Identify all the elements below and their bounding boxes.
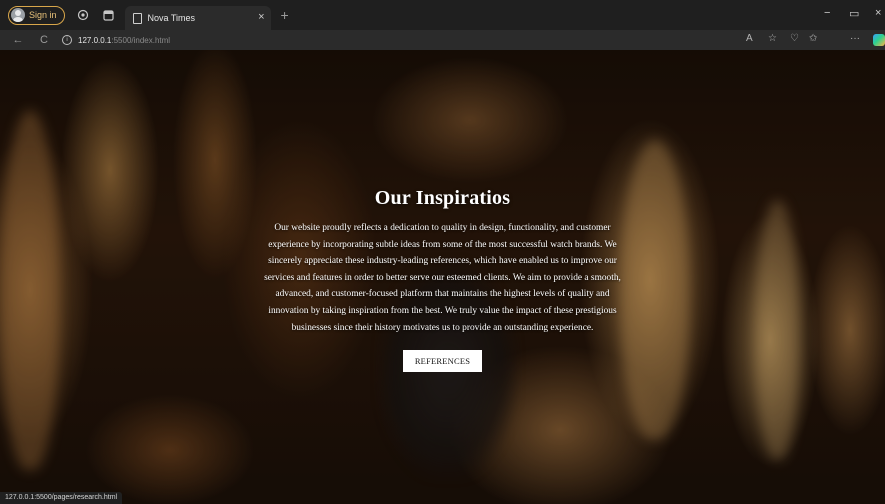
references-button[interactable]: REFERENCES [402, 350, 483, 373]
copilot-icon[interactable] [873, 34, 885, 46]
inspirations-section: Our Inspiratios Our website proudly refl… [0, 187, 885, 373]
back-icon[interactable]: ← [10, 34, 26, 46]
inspirations-description: Our website proudly reflects a dedicatio… [264, 223, 621, 333]
tab-actions-icon[interactable] [101, 7, 117, 23]
url-path: :5500/index.html [111, 35, 171, 45]
favorite-icon[interactable]: ☆ [768, 33, 777, 44]
tab-nova-times[interactable]: Nova Times × [124, 6, 271, 30]
restore-icon[interactable]: ▭ [849, 7, 859, 20]
extensions-icon[interactable]: ♡ [790, 33, 799, 44]
url-input[interactable]: i 127.0.0.1:5500/index.html [62, 32, 702, 48]
favorites-bar-icon[interactable]: ✩ [809, 33, 817, 44]
sign-in-button[interactable]: Sign in [8, 5, 65, 25]
page-viewport: Our Inspiratios Our website proudly refl… [0, 50, 885, 504]
minimize-icon[interactable]: − [824, 7, 830, 19]
site-info-icon[interactable]: i [62, 35, 72, 45]
tab-close-icon[interactable]: × [258, 11, 264, 23]
new-tab-button[interactable]: + [281, 7, 289, 23]
more-icon[interactable]: ··· [850, 33, 860, 44]
url-host: 127.0.0.1 [78, 35, 112, 45]
tab-title: Nova Times [147, 13, 196, 23]
read-aloud-icon[interactable]: A [746, 33, 753, 44]
page-title: Our Inspiratios [374, 187, 511, 209]
reload-icon[interactable]: C [36, 34, 52, 46]
workspaces-icon[interactable] [75, 7, 91, 23]
window-close-icon[interactable]: × [875, 7, 881, 19]
sign-in-label: Sign in [29, 10, 57, 20]
avatar-icon [11, 8, 25, 22]
browser-tab-bar: Sign in Nova Times × + − ▭ × [0, 0, 885, 30]
document-icon [132, 12, 142, 24]
status-bar-url: 127.0.0.1:5500/pages/research.html [0, 492, 123, 504]
